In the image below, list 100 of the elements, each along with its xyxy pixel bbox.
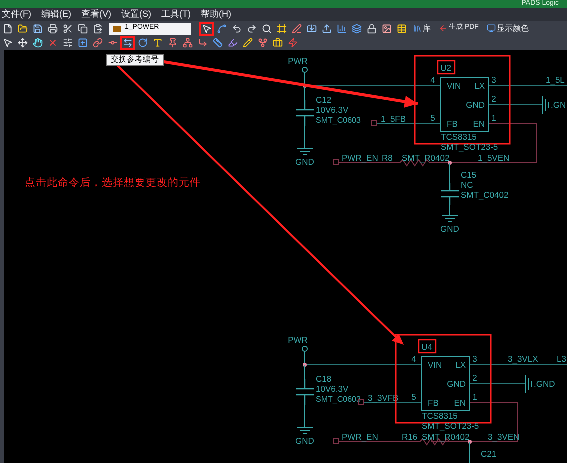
- ground-label: GND: [296, 436, 314, 446]
- menu-item[interactable]: 查看(V): [82, 9, 112, 20]
- ground-label: .GND: [534, 379, 556, 389]
- footprint-label: SMT_C0402: [461, 190, 509, 200]
- junction-dot: [303, 363, 307, 367]
- pen-icon: [292, 24, 302, 34]
- component-ref: C18: [316, 374, 332, 384]
- swap-icon: [122, 38, 132, 48]
- file-icon: [2, 24, 12, 34]
- printer-icon: [48, 24, 58, 34]
- footprint-label: SMT_SOT23-5: [441, 142, 498, 152]
- pin-number: 3: [472, 354, 478, 364]
- delete-icon: [48, 38, 58, 48]
- clipboard-icon: [92, 24, 102, 34]
- table-icon: [396, 24, 406, 34]
- component-ref: C12: [316, 95, 332, 105]
- pin-icon: [168, 38, 178, 48]
- net-label: L3: [557, 354, 566, 364]
- pin-number: 3: [492, 75, 496, 85]
- ground-label: GND: [440, 224, 460, 234]
- tooltip: 交换参考编号: [106, 54, 164, 66]
- component-ref: R8: [382, 153, 393, 163]
- copy-icon: [78, 24, 88, 34]
- net-label: 1_5FB: [381, 114, 406, 124]
- component-ref: C15: [461, 170, 477, 180]
- pointer-icon: [2, 38, 12, 48]
- net-icon: [182, 38, 192, 48]
- folder-icon: [18, 24, 28, 34]
- component-ref: U4: [422, 342, 432, 352]
- component-value: 10V6.3V: [316, 384, 349, 394]
- net-label: 3_3VLX: [508, 354, 538, 364]
- pin-name: EN: [454, 398, 466, 408]
- pencil-icon: [242, 38, 252, 48]
- menu-item[interactable]: 设置(S): [122, 9, 152, 20]
- frame-icon: [276, 24, 286, 34]
- add-part-icon: [78, 38, 88, 48]
- pin-name: EN: [473, 119, 485, 129]
- pointer-icon: [202, 24, 212, 34]
- scissors-icon: [62, 24, 72, 34]
- net-label: PWR_EN: [342, 153, 378, 163]
- link-icon: [92, 38, 102, 48]
- net-label: 1_5L: [546, 75, 565, 85]
- ruler-icon: [212, 38, 222, 48]
- footprint-label: SMT_SOT23-5: [422, 421, 480, 431]
- menu-item[interactable]: 帮助(H): [201, 9, 232, 20]
- component-value: 10V6.3V: [316, 105, 349, 115]
- pin-number: 5: [430, 113, 436, 123]
- pin-name: FB: [447, 119, 458, 129]
- footprint-label: SMT_C0603: [316, 116, 361, 125]
- lock-icon: [366, 24, 376, 34]
- undo-icon: [232, 24, 242, 34]
- move-icon: [18, 38, 28, 48]
- pin-number: 2: [472, 373, 478, 383]
- component-value: NC: [461, 180, 474, 190]
- component-ref: R16: [402, 432, 418, 442]
- junction-dot: [468, 440, 472, 444]
- redo-icon: [246, 24, 256, 34]
- footprint-label: SMT_R0402: [422, 432, 470, 442]
- net-label: 1_5VEN: [478, 153, 510, 163]
- footprint-label: SMT_C0603: [316, 395, 361, 404]
- pin-number: 5: [412, 392, 416, 402]
- junction-dot: [448, 161, 452, 165]
- jumper-icon: [198, 38, 208, 48]
- pin-name: GND: [447, 379, 466, 389]
- footprint-label: SMT_R0402: [402, 153, 450, 163]
- power-label: PWR: [288, 335, 308, 345]
- net-port: [372, 120, 378, 126]
- menu-item[interactable]: 编辑(E): [42, 9, 72, 20]
- library-icon: [413, 24, 422, 33]
- arrow-left-icon: [439, 24, 448, 33]
- junction-dot: [303, 84, 307, 88]
- display-colors-button[interactable]: 显示颜色: [486, 22, 529, 34]
- part-label: TCS8315: [422, 411, 458, 421]
- pin-number: 1: [472, 392, 478, 402]
- monitor-icon: [486, 24, 496, 33]
- ground-label: GND: [296, 157, 314, 167]
- pin-number: 4: [412, 354, 416, 364]
- sliders-icon: [62, 38, 72, 48]
- image-icon: [382, 24, 392, 34]
- bolt-icon: [288, 38, 298, 48]
- menu-item[interactable]: 工具(T): [162, 9, 191, 20]
- briefcase-icon: [272, 38, 282, 48]
- pin-name: VIN: [428, 360, 442, 370]
- net-label: PWR_EN: [342, 432, 378, 442]
- library-button[interactable]: 库: [413, 22, 431, 34]
- component-ref: U2: [440, 63, 452, 73]
- rotate-icon: [138, 38, 148, 48]
- save-icon: [32, 24, 42, 34]
- component-ref: C21: [481, 449, 497, 459]
- pin-name: LX: [474, 81, 485, 91]
- pin-number: 2: [492, 94, 496, 104]
- text-icon: [152, 38, 162, 48]
- highlighter-icon: [228, 38, 238, 48]
- part-label: TCS8315: [441, 132, 477, 142]
- pin-name: GND: [466, 100, 485, 110]
- wire-icon: [216, 24, 226, 34]
- pin-name: LX: [456, 360, 466, 370]
- menu-item[interactable]: 文件(F): [2, 9, 32, 20]
- annotation-text: 点击此命令后，选择想要更改的元件: [25, 177, 201, 189]
- layers-icon: [352, 24, 362, 34]
